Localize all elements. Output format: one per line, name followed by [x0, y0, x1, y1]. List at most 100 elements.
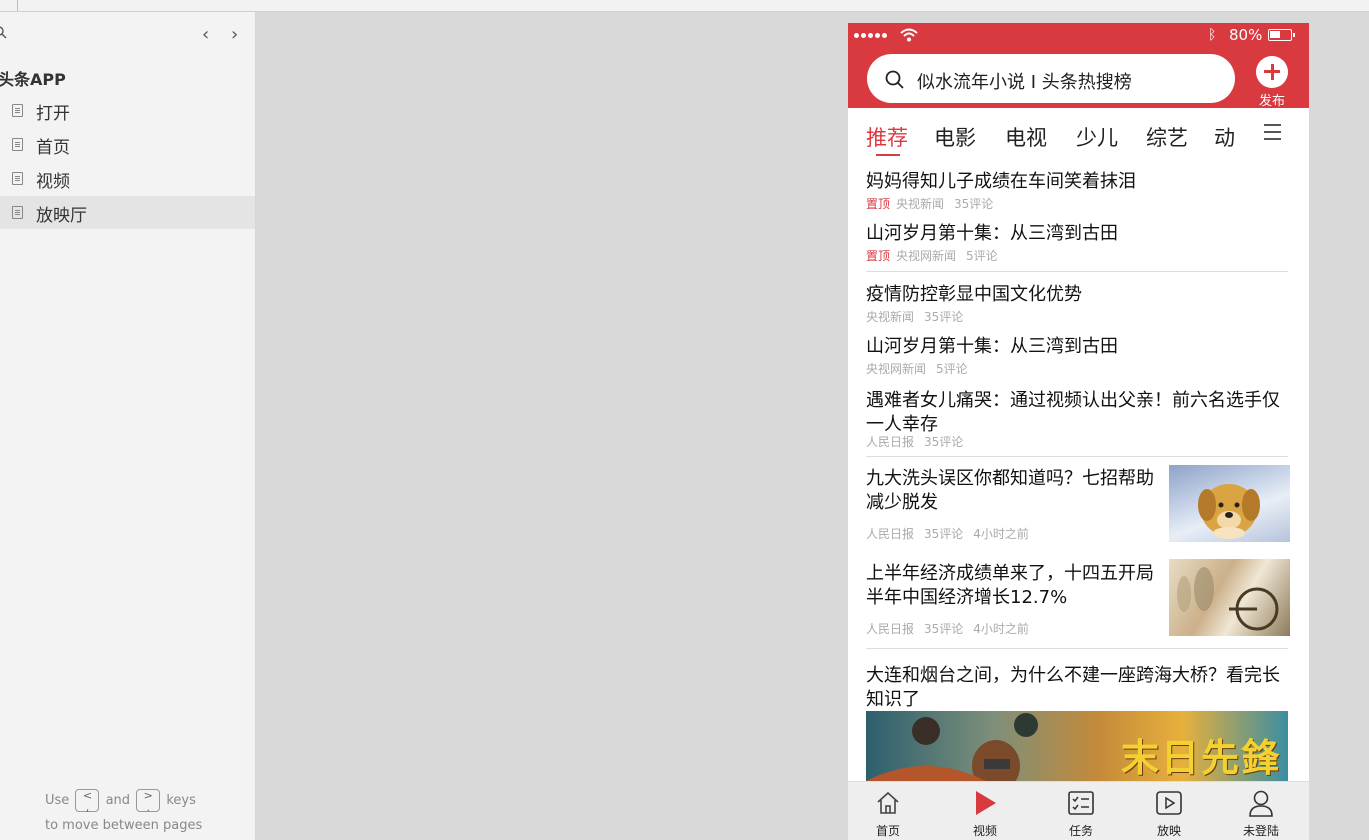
tab-recommend[interactable]: 推荐 [866, 122, 908, 156]
list-item[interactable]: 疫情防控彰显中国文化优势 央视新闻 35评论 [866, 283, 1288, 325]
pinned-badge: 置顶 [866, 197, 891, 211]
project-title: 头条APP [0, 70, 66, 89]
news-meta: 人民日报 35评论 4小时之前 [866, 620, 1156, 637]
sidebar-item-open[interactable]: 打开 [0, 94, 255, 127]
left-key-icon: <, [75, 789, 100, 814]
home-icon [877, 791, 899, 814]
list-item[interactable]: 大连和烟台之间，为什么不建一座跨海大桥？看完长知识了 [866, 664, 1288, 712]
list-item[interactable]: 山河岁月第十集：从三湾到古田 央视网新闻 5评论 [866, 335, 1288, 377]
bottom-nav: 首页 视频 任务 放映 未登陆 [848, 781, 1309, 840]
sidebar-item-label: 打开 [36, 104, 70, 124]
right-key-icon: >. [136, 789, 161, 814]
news-title: 山河岁月第十集：从三湾到古田 [866, 336, 1118, 357]
news-source: 人民日报 [866, 622, 915, 636]
movie-banner-image[interactable]: 末日先鋒 [866, 711, 1288, 791]
plus-icon [1256, 56, 1288, 88]
battery-icon [1268, 29, 1295, 41]
back-arrow-icon[interactable]: ‹ [202, 24, 209, 45]
battery-percent: 80% [1229, 26, 1263, 44]
publish-button[interactable]: 发布 [1254, 54, 1290, 109]
news-source: 央视网新闻 [866, 362, 927, 376]
bottom-nav-theater[interactable]: 放映 [1139, 788, 1199, 839]
list-item[interactable]: 妈妈得知儿子成绩在车间笑着抹泪 置顶 央视新闻 35评论 [866, 170, 1288, 212]
news-thumbnail[interactable] [1169, 465, 1290, 542]
hint-keys: keys [166, 793, 196, 808]
sidebar-item-label: 首页 [36, 138, 70, 158]
app-header: 似水流年小说 I 头条热搜榜 发布 [848, 48, 1309, 109]
action-scene-image [866, 713, 1038, 791]
top-strip [0, 0, 1369, 12]
list-item[interactable]: 上半年经济成绩单来了，十四五开局半年中国经济增长12.7% 人民日报 35评论 4小… [866, 562, 1156, 637]
sidebar-item-home[interactable]: 首页 [0, 128, 255, 161]
forward-arrow-icon[interactable]: › [231, 24, 238, 45]
divider [866, 456, 1288, 457]
pinned-badge: 置顶 [866, 249, 891, 263]
menu-icon[interactable] [1264, 124, 1281, 145]
news-meta: 央视新闻 35评论 [866, 308, 1288, 325]
news-time: 4小时之前 [973, 527, 1029, 541]
play-triangle-icon [976, 791, 996, 815]
news-title: 大连和烟台之间，为什么不建一座跨海大桥？看完长知识了 [866, 665, 1280, 710]
comment-count: 35评论 [924, 435, 964, 449]
search-icon[interactable] [0, 26, 8, 40]
divider [866, 271, 1288, 272]
puppy-image [1198, 484, 1260, 539]
news-meta: 置顶 央视网新闻 5评论 [866, 247, 1288, 264]
page-icon [12, 138, 23, 151]
comment-count: 5评论 [966, 249, 998, 263]
search-text: 似水流年小说 I 头条热搜榜 [917, 72, 1132, 93]
search-input[interactable]: 似水流年小说 I 头条热搜榜 [867, 54, 1235, 103]
comment-count: 35评论 [924, 527, 964, 541]
top-strip-divider [17, 0, 18, 11]
publish-label: 发布 [1258, 94, 1285, 109]
bottom-nav-label: 首页 [875, 824, 900, 838]
sidebar-item-theater[interactable]: 放映厅 [0, 196, 255, 229]
sidebar-item-label: 放映厅 [36, 206, 87, 226]
news-source: 人民日报 [866, 527, 915, 541]
news-meta: 人民日报 35评论 4小时之前 [866, 525, 1156, 542]
bottom-nav-label: 未登陆 [1242, 824, 1279, 838]
list-item[interactable]: 遇难者女儿痛哭：通过视频认出父亲！前六名选手仅一人幸存 人民日报 35评论 [866, 389, 1288, 450]
comment-count: 35评论 [924, 310, 964, 324]
tab-movie[interactable]: 电影 [934, 122, 976, 152]
user-icon [1249, 790, 1273, 817]
news-title: 疫情防控彰显中国文化优势 [866, 284, 1082, 305]
bottom-nav-label: 任务 [1068, 824, 1093, 838]
news-meta: 央视网新闻 5评论 [866, 360, 1288, 377]
play-box-icon [1156, 791, 1182, 815]
news-title: 九大洗头误区你都知道吗？七招帮助减少脱发 [866, 468, 1154, 513]
news-source: 央视新闻 [896, 197, 945, 211]
banner-title: 末日先鋒 [1121, 735, 1282, 780]
news-thumbnail[interactable] [1169, 559, 1290, 636]
wifi-icon [900, 28, 918, 42]
page-icon [12, 104, 23, 117]
sidebar-item-video[interactable]: 视频 [0, 162, 255, 195]
bottom-nav-video[interactable]: 视频 [955, 788, 1015, 839]
bottom-nav-home[interactable]: 首页 [858, 788, 918, 839]
hint-use: Use [45, 793, 70, 808]
bluetooth-icon: ᛒ [1208, 27, 1217, 43]
tab-variety[interactable]: 综艺 [1146, 122, 1188, 152]
bottom-nav-label: 放映 [1156, 824, 1181, 838]
bottom-nav-task[interactable]: 任务 [1051, 788, 1111, 839]
page-icon [12, 206, 23, 219]
category-tabs: 推荐 电影 电视 少儿 综艺 动 [848, 108, 1309, 156]
comment-count: 35评论 [924, 622, 964, 636]
tab-anime[interactable]: 动 [1214, 122, 1235, 152]
list-item[interactable]: 山河岁月第十集：从三湾到古田 置顶 央视网新闻 5评论 [866, 222, 1288, 264]
comment-count: 35评论 [954, 197, 994, 211]
tab-tv[interactable]: 电视 [1005, 122, 1047, 152]
hint-and: and [105, 793, 131, 808]
list-item[interactable]: 九大洗头误区你都知道吗？七招帮助减少脱发 人民日报 35评论 4小时之前 [866, 467, 1156, 542]
news-title: 上半年经济成绩单来了，十四五开局半年中国经济增长12.7% [866, 563, 1154, 608]
tab-kids[interactable]: 少儿 [1076, 122, 1118, 152]
news-title: 妈妈得知儿子成绩在车间笑着抹泪 [866, 171, 1136, 192]
page-sidebar: ‹ › 头条APP 打开 首页 视频 放映厅 Use <, and >. key… [0, 12, 256, 840]
task-list-icon [1068, 791, 1094, 815]
bottom-nav-user[interactable]: 未登陆 [1231, 788, 1291, 839]
page-icon [12, 172, 23, 185]
hint-line2: to move between pages [45, 818, 203, 833]
comment-count: 5评论 [936, 362, 968, 376]
bottom-nav-label: 视频 [972, 824, 997, 838]
keyboard-hint: Use <, and >. keys to move between pages [45, 788, 202, 838]
